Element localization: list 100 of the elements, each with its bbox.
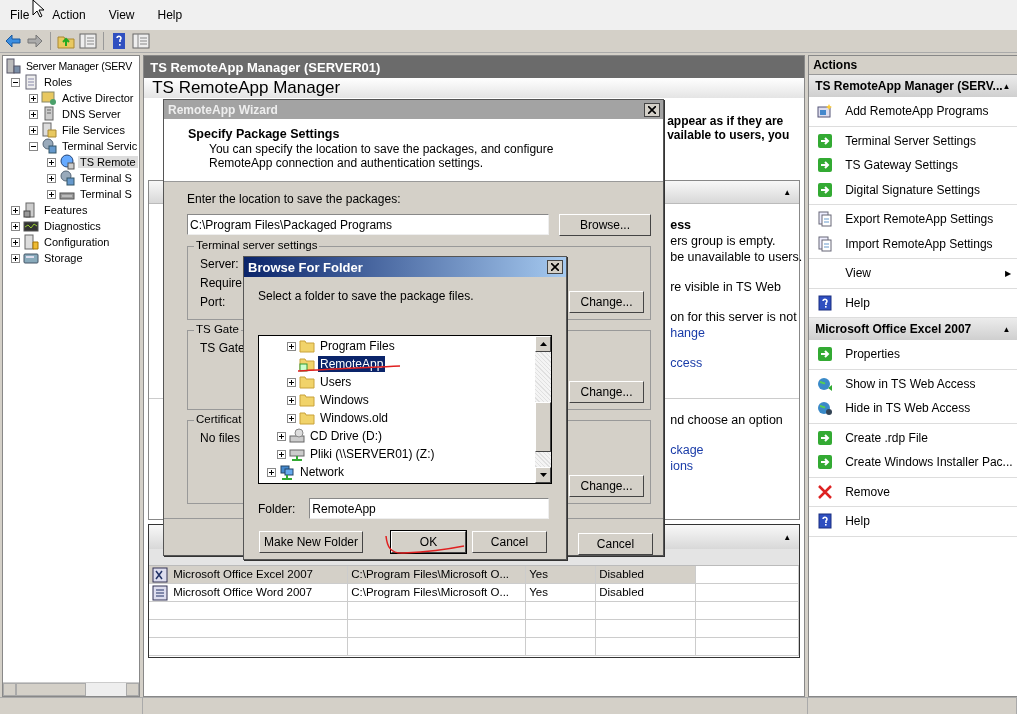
collapse-icon[interactable] — [11, 77, 20, 87]
scrollbar[interactable] — [3, 682, 140, 696]
pane-header: TS RemoteApp Manager (SERVER01) — [144, 56, 805, 78]
scroll-down-icon[interactable] — [539, 473, 547, 477]
setting-label: Server: — [200, 257, 239, 271]
tree-item[interactable]: Terminal Servic — [60, 140, 140, 152]
action-link[interactable]: Show in TS Web Access — [845, 376, 976, 391]
tree-item[interactable]: Terminal S — [78, 172, 134, 184]
menu-item[interactable]: Help — [151, 8, 189, 22]
collapse-arrow[interactable]: ▲ — [1002, 324, 1011, 334]
action-link[interactable]: TS Gateway Settings — [845, 158, 958, 173]
status-value: Disabled — [599, 567, 644, 582]
expand-icon[interactable] — [287, 395, 296, 405]
action-link[interactable]: Help — [845, 514, 870, 529]
section-header[interactable]: TS RemoteApp Manager (SERV... — [815, 79, 1003, 93]
menu-item[interactable]: Action — [46, 8, 92, 22]
tree-item[interactable]: Active Director — [60, 92, 136, 104]
expand-icon[interactable] — [11, 237, 20, 247]
action-link[interactable]: Create Windows Installer Pac... — [845, 455, 1013, 470]
action-link[interactable]: Hide in TS Web Access — [845, 401, 971, 416]
location-field[interactable]: C:\Program Files\Packaged Programs — [187, 214, 549, 235]
change-button[interactable]: Change... — [569, 475, 644, 497]
action-link[interactable]: Export RemoteApp Settings — [845, 212, 994, 227]
folder-icon — [299, 410, 315, 426]
expand-icon[interactable] — [29, 125, 38, 135]
dialog-button[interactable]: Cancel — [472, 531, 547, 553]
expand-icon[interactable] — [267, 467, 276, 477]
action-link[interactable]: Properties — [845, 347, 900, 362]
expand-icon[interactable] — [47, 173, 56, 183]
action-link[interactable]: Digital Signature Settings — [845, 182, 980, 197]
tree-item[interactable]: File Services — [60, 124, 127, 136]
configuration-icon — [23, 234, 39, 250]
program-name[interactable]: Microsoft Office Word 2007 — [173, 584, 313, 601]
expand-icon[interactable] — [287, 341, 296, 351]
tree-item[interactable]: Roles — [42, 76, 75, 88]
tree-item[interactable]: Terminal S — [78, 188, 134, 200]
expand-icon[interactable] — [11, 205, 20, 215]
action-link[interactable]: View — [845, 266, 871, 281]
folder-item[interactable]: Users — [318, 374, 354, 390]
remote-app-icon — [59, 154, 75, 170]
cancel-button[interactable]: Cancel — [578, 533, 653, 555]
menu-item[interactable]: View — [102, 8, 141, 22]
server-icon — [5, 58, 21, 74]
expand-icon[interactable] — [277, 449, 286, 459]
back-arrow-icon[interactable] — [4, 32, 22, 50]
expand-icon[interactable] — [277, 431, 286, 441]
action-link[interactable]: Import RemoteApp Settings — [845, 236, 993, 251]
section-header[interactable]: Microsoft Office Excel 2007 — [815, 322, 972, 336]
expand-icon[interactable] — [11, 253, 20, 263]
close-button[interactable] — [547, 260, 563, 274]
tree-item[interactable]: Features — [42, 204, 90, 216]
collapse-arrow[interactable]: ▲ — [783, 187, 792, 197]
tree-item[interactable]: Configuration — [42, 236, 112, 248]
expand-icon[interactable] — [47, 189, 56, 199]
expand-icon[interactable] — [29, 93, 38, 103]
tree-item[interactable]: DNS Server — [60, 108, 123, 120]
folder-item[interactable]: Program Files — [318, 338, 397, 354]
tree-item[interactable]: TS Remote — [78, 156, 138, 168]
scrollbar[interactable] — [535, 336, 551, 483]
link[interactable]: ions — [670, 459, 800, 475]
change-button[interactable]: Change... — [569, 381, 644, 403]
browse-button[interactable]: Browse... — [559, 214, 651, 236]
expand-icon[interactable] — [29, 109, 38, 119]
folder-item[interactable]: Windows.old — [318, 410, 391, 426]
link[interactable]: ccess — [670, 356, 800, 372]
link[interactable]: hange — [670, 326, 800, 342]
folder-item[interactable]: Windows — [318, 392, 371, 408]
collapse-arrow[interactable]: ▲ — [1002, 81, 1011, 91]
link[interactable]: ckage — [670, 443, 800, 459]
page-title: TS RemoteApp Manager — [144, 78, 805, 98]
expand-icon[interactable] — [11, 221, 20, 231]
tree-item[interactable]: Server Manager (SERV — [24, 60, 135, 72]
collapse-icon[interactable] — [29, 141, 38, 151]
action-link[interactable]: Add RemoteApp Programs — [845, 104, 989, 119]
close-button[interactable] — [644, 102, 660, 117]
collapse-arrow[interactable]: ▲ — [783, 532, 792, 542]
folder-item[interactable]: Network — [298, 464, 346, 480]
expand-icon[interactable] — [287, 413, 296, 423]
action-link[interactable]: Terminal Server Settings — [845, 133, 976, 148]
folder-item[interactable]: CD Drive (D:) — [308, 428, 384, 444]
change-button[interactable]: Change... — [569, 291, 644, 313]
scroll-up-icon[interactable] — [539, 342, 547, 346]
folder-item[interactable]: Pliki (\\SERVER01) (Z:) — [308, 446, 437, 462]
dialog-button[interactable]: Make New Folder — [259, 531, 363, 553]
menu-item[interactable]: File — [4, 8, 36, 22]
forward-arrow-icon[interactable] — [26, 32, 44, 50]
help-icon[interactable] — [110, 32, 128, 50]
folder-item[interactable]: RemoteApp — [318, 356, 386, 372]
tree-item[interactable]: Diagnostics — [42, 220, 103, 232]
tree-item[interactable]: Storage — [42, 252, 85, 264]
intro-text: vailable to users, you — [667, 128, 791, 142]
action-link[interactable]: Remove — [845, 484, 890, 499]
action-link[interactable]: Create .rdp File — [845, 430, 928, 445]
web-access-value: Yes — [529, 585, 548, 600]
dialog-button[interactable]: OK — [391, 531, 466, 553]
program-path: C:\Program Files\Microsoft O... — [351, 585, 510, 600]
folder-field[interactable]: RemoteApp — [309, 498, 549, 519]
expand-icon[interactable] — [287, 377, 296, 387]
expand-icon[interactable] — [47, 157, 56, 167]
action-link[interactable]: Help — [845, 295, 870, 310]
